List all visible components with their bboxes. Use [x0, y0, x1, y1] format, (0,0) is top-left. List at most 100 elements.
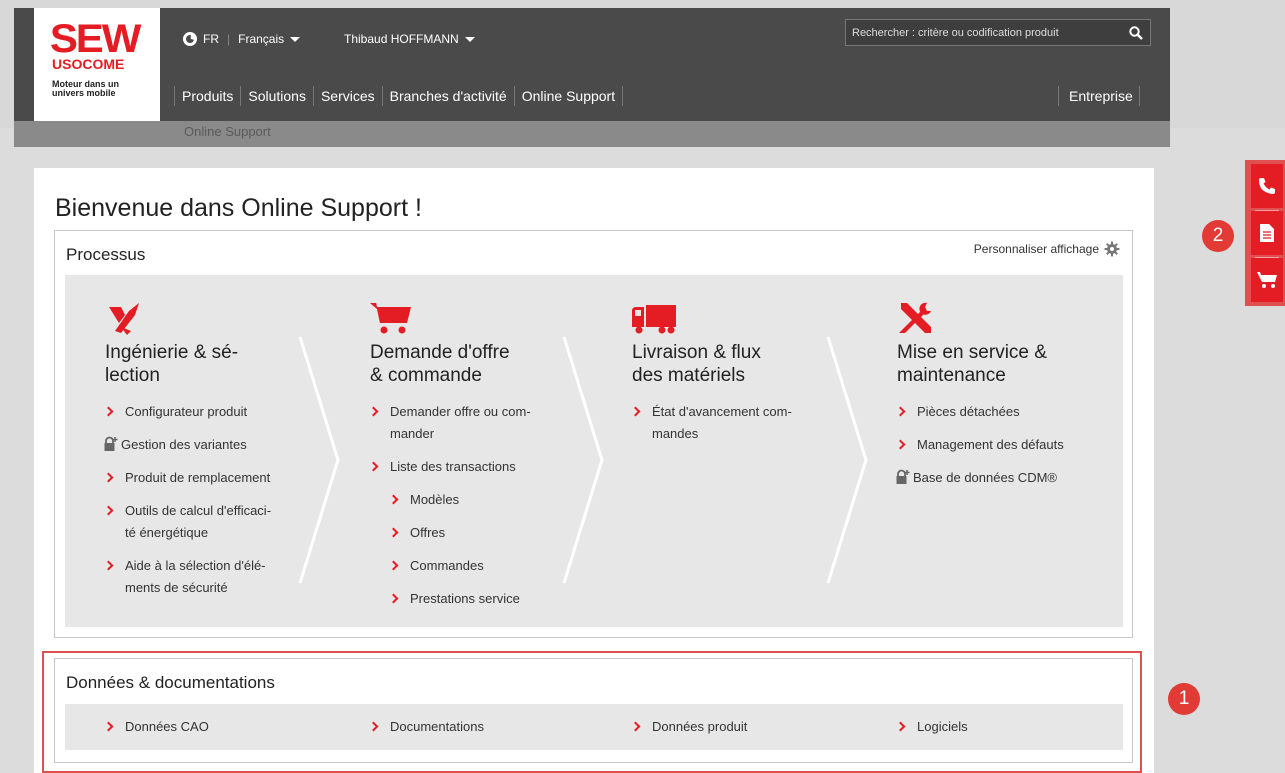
user-menu[interactable]: Thibaud HOFFMANN	[344, 32, 475, 46]
search-icon[interactable]	[1122, 19, 1150, 46]
lang-name: Français	[238, 32, 285, 46]
column-title: Ingénierie & sé- lection	[105, 341, 315, 387]
nav-item-produits[interactable]: Produits	[174, 86, 240, 106]
link-label: Management des défauts	[917, 437, 1064, 452]
annotation-highlight-docs	[42, 651, 1142, 773]
column-links: Demander offre ou com-mander Liste des t…	[368, 401, 570, 621]
link-management-defauts[interactable]: Management des défauts	[895, 434, 1097, 456]
chevron-right-icon	[103, 560, 114, 571]
link-label-line-2: ments de sécurité	[125, 580, 228, 595]
chevron-right-icon	[388, 593, 399, 604]
phone-button[interactable]	[1251, 164, 1283, 208]
link-demander-offre[interactable]: Demander offre ou com-mander	[368, 401, 570, 445]
column-title-line-1: Livraison & flux	[632, 342, 761, 363]
column-title-line-1: Demande d'offre	[370, 342, 510, 363]
lang-separator: |	[227, 32, 231, 46]
chevron-down-icon	[290, 36, 301, 42]
nav-item-online-support[interactable]: Online Support	[513, 86, 624, 106]
personalize-link[interactable]: Personnaliser affichage	[974, 241, 1120, 257]
personalize-label: Personnaliser affichage	[973, 242, 1099, 256]
link-label: Prestations service	[410, 591, 520, 606]
link-gestion-variantes[interactable]: Gestion des variantes	[104, 434, 305, 456]
column-links: Configurateur produit Gestion des varian…	[103, 401, 305, 610]
link-pieces-detachees[interactable]: Pièces détachées	[895, 401, 1097, 423]
chevron-right-icon	[103, 505, 114, 516]
chevron-down-icon	[464, 36, 475, 42]
nav-item-solutions[interactable]: Solutions	[240, 86, 313, 106]
lock-icon	[104, 436, 118, 451]
cart-icon	[370, 303, 411, 334]
link-modeles[interactable]: Modèles	[388, 489, 570, 511]
nav-item-services[interactable]: Services	[312, 86, 382, 106]
link-label-line-1: Aide à la sélection d'élé-	[125, 558, 266, 573]
link-outils-efficacite[interactable]: Outils de calcul d'efficaci-té énergétiq…	[103, 500, 305, 544]
cart-button[interactable]	[1251, 258, 1283, 302]
link-aide-securite[interactable]: Aide à la sélection d'élé-ments de sécur…	[103, 555, 305, 599]
link-base-cdm[interactable]: Base de données CDM®	[896, 467, 1097, 489]
link-label: Produit de remplacement	[125, 470, 271, 485]
column-title-line-2: maintenance	[897, 365, 1006, 386]
link-label-line-1: Outils de calcul d'efficaci-	[125, 503, 272, 518]
search-box	[845, 19, 1151, 46]
column-links: Pièces détachées Management des défauts …	[895, 401, 1097, 500]
column-title-line-2: des matériels	[632, 365, 745, 386]
processus-panel: Processus Personnaliser affichage Ingéni…	[54, 230, 1133, 638]
column-title-line-1: Mise en service &	[897, 342, 1047, 363]
search-input[interactable]	[846, 20, 1122, 45]
chevron-right-icon	[388, 560, 399, 571]
site-header: FR | Français Thibaud HOFFMANN Produits …	[14, 8, 1170, 121]
chevron-right-icon	[368, 406, 379, 417]
breadcrumb-bar: Online Support	[14, 121, 1170, 147]
document-icon	[1260, 224, 1274, 242]
page-title: Bienvenue dans Online Support !	[55, 194, 422, 222]
link-label: Commandes	[410, 558, 484, 573]
process-arrow-divider	[298, 336, 340, 584]
annotation-badge-1: 1	[1168, 683, 1200, 715]
logo-brand: SEW	[49, 17, 141, 61]
processus-title: Processus	[66, 245, 146, 264]
column-title-line-2: lection	[105, 365, 160, 386]
chevron-right-icon	[895, 406, 906, 417]
logo-sub: USOCOME	[52, 56, 125, 72]
globe-icon	[183, 32, 197, 46]
chevron-right-icon	[895, 439, 906, 450]
link-label: Configurateur produit	[125, 404, 248, 419]
link-produit-remplacement[interactable]: Produit de remplacement	[103, 467, 305, 489]
lock-icon	[896, 469, 910, 484]
link-offres[interactable]: Offres	[388, 522, 570, 544]
chevron-right-icon	[630, 406, 641, 417]
tools-icon	[899, 302, 931, 333]
link-label-line-1: État d'avancement com-	[652, 404, 792, 419]
breadcrumb[interactable]: Online Support	[184, 124, 271, 139]
language-selector[interactable]: FR | Français	[183, 32, 301, 46]
link-commandes[interactable]: Commandes	[388, 555, 570, 577]
link-label: Liste des transactions	[390, 459, 516, 474]
nav-item-branches[interactable]: Branches d'activité	[381, 86, 514, 106]
chevron-right-icon	[368, 461, 379, 472]
process-arrow-divider	[562, 336, 604, 584]
link-label-line-2: mandes	[652, 426, 699, 441]
column-links: État d'avancement com-mandes	[630, 401, 832, 456]
truck-icon	[632, 305, 676, 334]
engineering-icon	[109, 303, 139, 335]
phone-icon	[1259, 178, 1275, 194]
logo-tagline: Moteur dans un univers mobile	[52, 80, 119, 98]
gear-icon	[1104, 241, 1120, 257]
column-title-line-2: & commande	[370, 365, 482, 386]
nav-item-entreprise[interactable]: Entreprise	[1058, 86, 1140, 106]
logo-tagline-2: univers mobile	[52, 88, 116, 98]
link-label-line-2: mander	[390, 426, 435, 441]
link-label-line-1: Demander offre ou com-	[390, 404, 531, 419]
link-etat-avancement[interactable]: État d'avancement com-mandes	[630, 401, 832, 445]
main-nav: Produits Solutions Services Branches d'a…	[174, 86, 624, 106]
lang-code: FR	[203, 32, 219, 46]
sew-logo[interactable]: SEW USOCOME Moteur dans un univers mobil…	[34, 8, 160, 121]
link-prestations-service[interactable]: Prestations service	[388, 588, 570, 610]
link-liste-transactions[interactable]: Liste des transactions	[368, 456, 570, 478]
link-label: Offres	[410, 525, 446, 540]
chevron-right-icon	[388, 494, 399, 505]
link-label: Base de données CDM®	[913, 470, 1057, 485]
user-name: Thibaud HOFFMANN	[344, 32, 459, 46]
document-button[interactable]	[1251, 211, 1283, 255]
link-configurateur[interactable]: Configurateur produit	[103, 401, 305, 423]
